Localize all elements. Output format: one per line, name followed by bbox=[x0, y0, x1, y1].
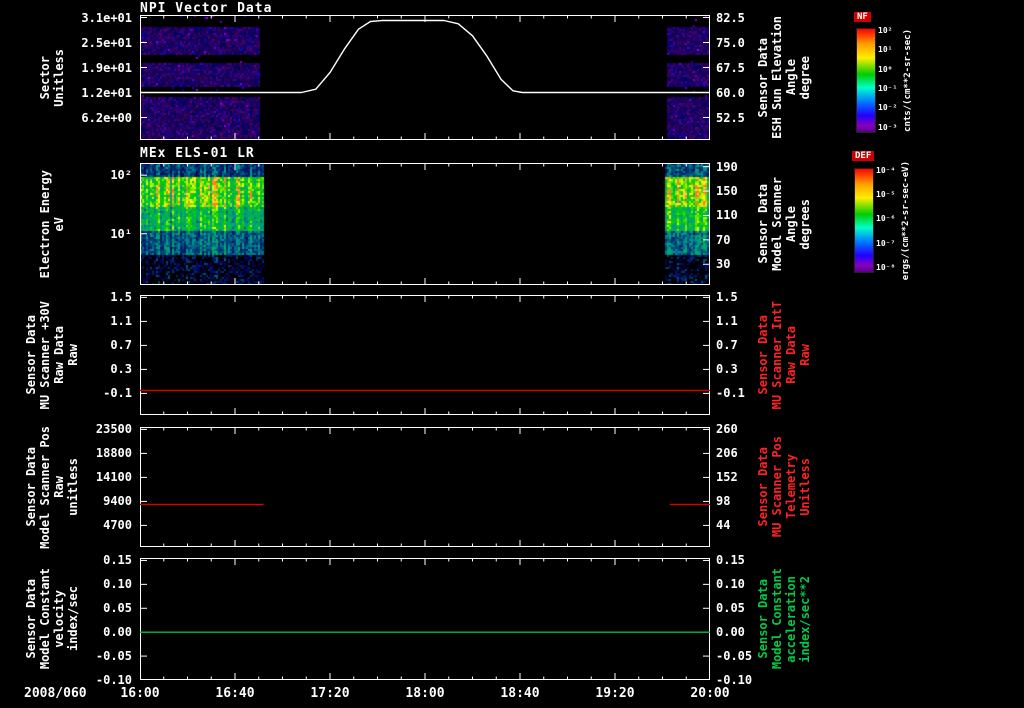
colorbar-nf-tick: 10⁻¹ bbox=[878, 84, 898, 94]
axis-title-line: Sensor Data bbox=[755, 579, 770, 659]
panel-3-plot bbox=[140, 295, 710, 415]
axis-title-line: Raw bbox=[797, 344, 812, 366]
axis-title-line: Sensor Data bbox=[755, 37, 770, 118]
colorbar-nf-tick: 10⁻² bbox=[878, 103, 898, 113]
axis-title-line: Model Constant bbox=[37, 568, 52, 670]
x-axis-date-label: 2008/060 bbox=[24, 686, 87, 701]
panel-2-title: MEx ELS-01 LR bbox=[140, 146, 255, 161]
panel-4-plot bbox=[140, 427, 710, 547]
axis-title-line: Sensor Data bbox=[23, 579, 38, 659]
axis-title-line: MU Scanner Pos bbox=[769, 436, 784, 538]
axis-title-line: Model Scanner Pos bbox=[37, 425, 52, 549]
colorbar-def-tick: 10⁻⁸ bbox=[876, 262, 896, 272]
x-axis-tick-label: 18:40 bbox=[500, 686, 540, 701]
figure: NPI Vector Data MEx ELS-01 LR 2008/060 3… bbox=[0, 0, 1024, 708]
x-axis-tick-label: 20:00 bbox=[690, 686, 730, 701]
x-axis-tick-label: 18:00 bbox=[405, 686, 445, 701]
x-axis-tick-label: 16:00 bbox=[120, 686, 160, 701]
axis-title-line: degree bbox=[797, 55, 812, 100]
axis-title-line: eV bbox=[51, 216, 66, 232]
colorbar-nf-unit: cnts/(cm**2-sr-sec) bbox=[900, 18, 916, 143]
axis-title-line: degrees bbox=[797, 198, 812, 250]
axis-title-line: Unitless bbox=[51, 48, 66, 107]
axis-title-line: velocity bbox=[51, 590, 66, 648]
panel-4-left-axis-title: Sensor Data Model Scanner Pos Raw unitless bbox=[16, 425, 88, 549]
colorbar-nf-tick: 10¹ bbox=[878, 45, 893, 55]
panel-1-left-axis-title: Sector Unitless bbox=[16, 15, 88, 140]
panel-1-right-axis-title: Sensor Data ESH Sun Elevation Angle degree bbox=[752, 15, 816, 140]
axis-title-line: unitless bbox=[65, 458, 80, 516]
axis-title-line: Sensor Data bbox=[755, 184, 770, 264]
colorbar-nf-tick: 10² bbox=[878, 26, 893, 36]
colorbar-def-unit: ergs/(cm**2-sr-sec-eV) bbox=[898, 158, 914, 283]
axis-title-line: Electron Energy bbox=[37, 169, 52, 279]
panel-5-plot bbox=[140, 558, 710, 680]
colorbar-unit-text: ergs/(cm**2-sr-sec-eV) bbox=[901, 160, 911, 281]
axis-title-line: Angle bbox=[783, 205, 798, 243]
axis-title-line: Unitless bbox=[797, 458, 812, 516]
colorbar-unit-text: cnts/(cm**2-sr-sec) bbox=[903, 29, 913, 132]
panel-5-right-axis-title: Sensor Data Model Constant acceleration ind… bbox=[752, 558, 816, 680]
panel-1-plot bbox=[140, 15, 710, 140]
axis-title-line: Model Constant bbox=[769, 568, 784, 670]
colorbar-def-tick: 10⁻⁷ bbox=[876, 238, 896, 248]
axis-title-line: acceleration bbox=[783, 575, 798, 663]
panel-3-left-axis-title: Sensor Data MU Scanner +30V Raw Data Raw bbox=[16, 295, 88, 415]
axis-title-line: Angle bbox=[783, 59, 798, 96]
panel-4-right-axis-title: Sensor Data MU Scanner Pos Telemetry Unitle… bbox=[752, 427, 816, 547]
axis-title-line: index/sec**2 bbox=[797, 575, 812, 663]
axis-title-line: Sensor Data bbox=[755, 447, 770, 527]
colorbar-def-label: DEF bbox=[852, 151, 875, 161]
axis-title-line: index/sec bbox=[65, 586, 80, 652]
panel-2-plot bbox=[140, 163, 710, 285]
axis-title-line: Sector bbox=[37, 55, 52, 100]
x-axis-tick-label: 16:40 bbox=[215, 686, 255, 701]
axis-title-line: Raw bbox=[51, 476, 66, 498]
axis-title-line: Telemetry bbox=[783, 454, 798, 520]
axis-title-line: Raw Data bbox=[51, 326, 66, 384]
colorbar-nf-tick: 10⁻³ bbox=[878, 122, 898, 132]
colorbar-def-gradient bbox=[854, 168, 874, 273]
axis-title-line: MU Scanner +30V bbox=[37, 300, 52, 410]
panel-5-left-axis-title: Sensor Data Model Constant velocity index/s… bbox=[16, 558, 88, 680]
axis-title-line: MU Scanner IntT bbox=[769, 300, 784, 410]
colorbar-nf-label: NF bbox=[854, 12, 871, 22]
axis-title-line: Raw Data bbox=[783, 326, 798, 384]
panel-1-title: NPI Vector Data bbox=[140, 1, 273, 16]
axis-title-line: Sensor Data bbox=[23, 447, 38, 527]
colorbar-nf-gradient bbox=[856, 28, 876, 133]
axis-title-line: Raw bbox=[65, 344, 80, 366]
panel-3-right-axis-title: Sensor Data MU Scanner IntT Raw Data Raw bbox=[752, 295, 816, 415]
colorbar-def-tick: 10⁻⁴ bbox=[876, 166, 896, 176]
axis-title-line: Sensor Data bbox=[23, 315, 38, 395]
x-axis-tick-label: 17:20 bbox=[310, 686, 350, 701]
axis-title-line: ESH Sun Elevation bbox=[769, 16, 784, 139]
axis-title-line: Sensor Data bbox=[755, 315, 770, 395]
colorbar-nf-tick: 10⁰ bbox=[878, 64, 893, 74]
colorbar-def-tick: 10⁻⁵ bbox=[876, 190, 896, 200]
panel-2-left-axis-title: Electron Energy eV bbox=[16, 163, 88, 285]
colorbar-def-tick: 10⁻⁶ bbox=[876, 214, 896, 224]
axis-title-line: Model Scanner bbox=[769, 177, 784, 271]
panel-2-right-axis-title: Sensor Data Model Scanner Angle degrees bbox=[752, 163, 816, 285]
x-axis-tick-label: 19:20 bbox=[595, 686, 635, 701]
